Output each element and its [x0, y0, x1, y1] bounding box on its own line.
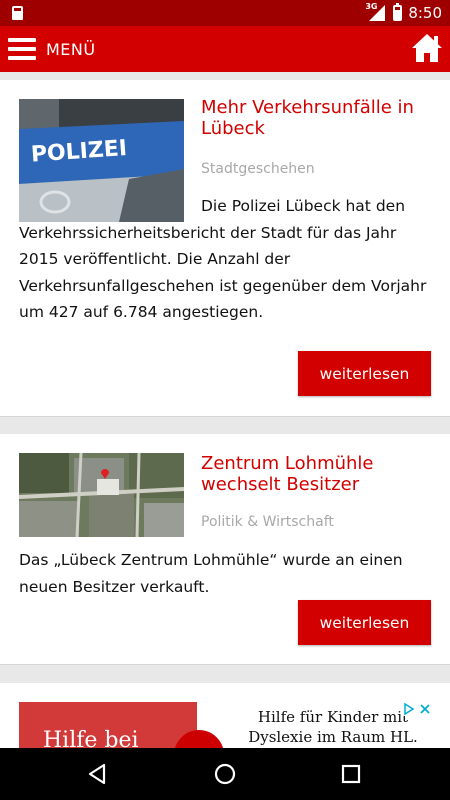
- recents-icon: [341, 764, 361, 784]
- app-bar: MENÜ: [0, 26, 450, 72]
- menu-label: MENÜ: [46, 39, 96, 59]
- close-icon: [420, 704, 430, 714]
- advertisement-banner[interactable]: Hilfe bei Hilfe für Kinder mit Dyslexie …: [19, 702, 432, 748]
- article-list: POLIZEI Mehr Verkehrsunfälle in Lübeck S…: [0, 72, 450, 748]
- article-excerpt: Die Polizei Lübeck hat den Verkehrssiche…: [19, 197, 427, 322]
- home-icon: [412, 34, 442, 62]
- home-circle-icon: [214, 763, 236, 785]
- battery-icon: [393, 3, 403, 21]
- article-category: Stadtgeschehen: [201, 161, 315, 177]
- clock: 8:50: [408, 4, 442, 22]
- read-more-button[interactable]: weiterlesen: [298, 351, 431, 396]
- read-more-button[interactable]: weiterlesen: [298, 600, 431, 645]
- signal-icon: 3G: [365, 2, 387, 21]
- article-title[interactable]: Zentrum Lohmühle wechselt Besitzer: [201, 453, 436, 495]
- recents-button[interactable]: [337, 760, 365, 788]
- article-card: Zentrum Lohmühle wechselt Besitzer Polit…: [0, 434, 450, 665]
- ad-info-icon: [404, 702, 415, 716]
- article-title[interactable]: Mehr Verkehrsunfälle in Lübeck: [201, 97, 436, 139]
- ad-image: Hilfe bei: [19, 702, 197, 748]
- home-nav-button[interactable]: [211, 760, 239, 788]
- article-category: Politik & Wirtschaft: [201, 514, 334, 530]
- article-card: POLIZEI Mehr Verkehrsunfälle in Lübeck S…: [0, 80, 450, 417]
- hamburger-icon: [8, 38, 36, 60]
- article-excerpt: Das „Lübeck Zentrum Lohmühle“ wurde an e…: [19, 551, 403, 596]
- back-button[interactable]: [84, 760, 112, 788]
- ad-choices[interactable]: [402, 702, 432, 716]
- article-image-aerial-map[interactable]: [19, 453, 184, 537]
- ad-image-text: Hilfe bei: [43, 728, 139, 748]
- menu-button[interactable]: MENÜ: [8, 34, 96, 64]
- back-icon: [88, 763, 106, 785]
- status-bar: 3G 8:50: [0, 0, 450, 26]
- navigation-bar: [0, 748, 450, 800]
- sd-card-icon: [12, 6, 23, 20]
- home-button[interactable]: [410, 32, 444, 64]
